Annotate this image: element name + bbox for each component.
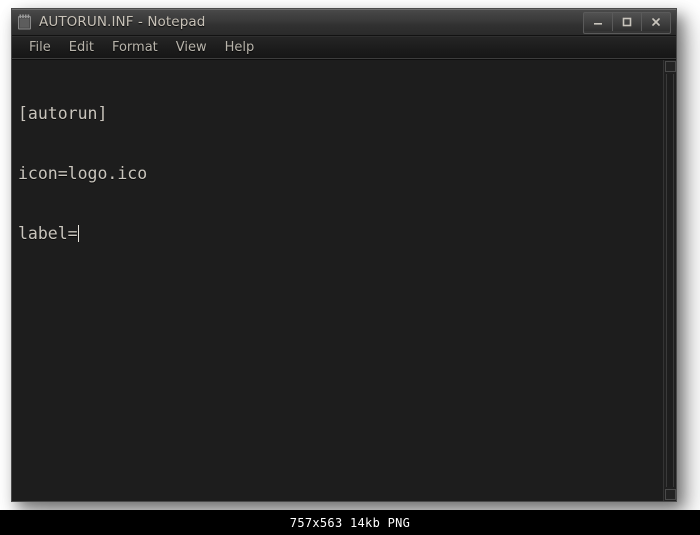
- maximize-button[interactable]: [613, 13, 642, 31]
- menu-item-help[interactable]: Help: [216, 37, 264, 58]
- text-line: [autorun]: [18, 104, 108, 123]
- minimize-button[interactable]: [584, 13, 613, 31]
- scroll-down-arrow-icon[interactable]: [664, 489, 676, 500]
- menu-item-view[interactable]: View: [167, 37, 216, 58]
- menu-bar: File Edit Format View Help: [12, 36, 676, 59]
- text-editor[interactable]: [autorun] icon=logo.ico label=: [12, 60, 663, 501]
- text-line-content: label=: [18, 224, 78, 243]
- menu-item-edit[interactable]: Edit: [60, 37, 103, 58]
- scroll-up-arrow-icon[interactable]: [664, 61, 676, 72]
- text-line-with-caret: label=: [18, 224, 659, 244]
- menu-item-file[interactable]: File: [20, 37, 60, 58]
- window-controls: [583, 12, 671, 34]
- window-title: AUTORUN.INF - Notepad: [39, 14, 206, 30]
- notepad-window: AUTORUN.INF - Notepad File Edit Format V…: [11, 8, 677, 502]
- menu-item-format[interactable]: Format: [103, 37, 167, 58]
- text-caret: [77, 225, 79, 242]
- close-button[interactable]: [642, 13, 670, 31]
- image-info-bar: 757x563 14kb PNG: [0, 510, 700, 535]
- image-info-text: 757x563 14kb PNG: [289, 515, 411, 530]
- notepad-icon: [17, 14, 32, 30]
- title-bar[interactable]: AUTORUN.INF - Notepad: [12, 9, 676, 36]
- vertical-scrollbar[interactable]: [663, 60, 676, 501]
- editor-area: [autorun] icon=logo.ico label=: [12, 59, 676, 501]
- scrollbar-track[interactable]: [666, 74, 674, 487]
- screenshot-root: AUTORUN.INF - Notepad File Edit Format V…: [0, 0, 700, 535]
- text-line: icon=logo.ico: [18, 164, 148, 183]
